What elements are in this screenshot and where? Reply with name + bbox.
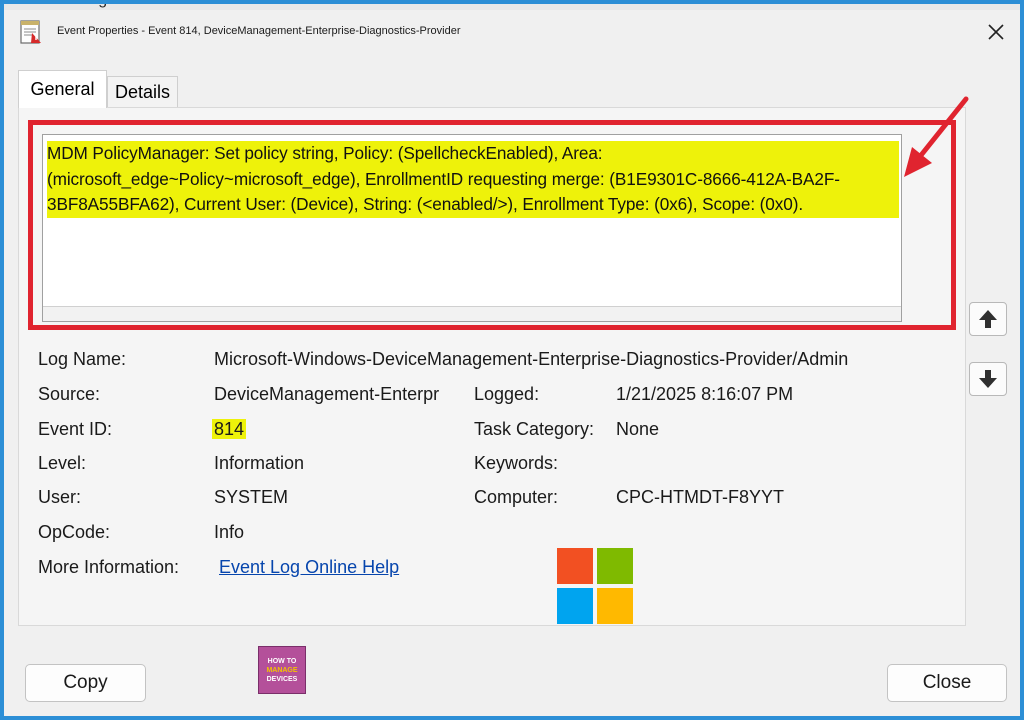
event-id-label: Event ID: (38, 419, 113, 439)
microsoft-logo-yellow-square (597, 588, 633, 624)
opcode-value[interactable]: Info (214, 522, 244, 543)
microsoft-logo-green-square (597, 548, 633, 584)
event-id-value[interactable]: 814 (212, 419, 247, 440)
arrow-up-icon (979, 310, 997, 328)
tab-general[interactable]: General (18, 70, 107, 108)
logged-label: Logged: (474, 384, 540, 404)
description-box-footer (43, 306, 901, 321)
arrow-down-icon (979, 370, 997, 388)
source-label: Source: (38, 384, 101, 404)
task-category-label: Task Category: (474, 419, 595, 439)
user-label: User: (38, 487, 82, 507)
logged-value[interactable]: 1/21/2025 8:16:07 PM (616, 384, 793, 405)
computer-label: Computer: (474, 487, 559, 507)
close-button[interactable]: Close (887, 664, 1007, 702)
level-value[interactable]: Information (214, 453, 304, 474)
task-category-value[interactable]: None (616, 419, 659, 440)
scroll-down-button[interactable] (969, 362, 1007, 396)
keywords-label: Keywords: (474, 453, 559, 473)
level-label: Level: (38, 453, 87, 473)
tab-details[interactable]: Details (107, 76, 178, 108)
opcode-label: OpCode: (38, 522, 111, 542)
title-bar[interactable]: Event Properties - Event 814, DeviceMana… (4, 10, 1020, 54)
event-log-help-link[interactable]: Event Log Online Help (219, 557, 399, 578)
computer-value[interactable]: CPC-HTMDT-F8YYT (616, 487, 784, 508)
event-description-box[interactable]: MDM PolicyManager: Set policy string, Po… (42, 134, 902, 322)
more-information-label: More Information: (38, 557, 180, 577)
watermark-line-2: MANAGE (266, 666, 298, 674)
user-value[interactable]: SYSTEM (214, 487, 288, 508)
scroll-up-button[interactable] (969, 302, 1007, 336)
microsoft-logo-red-square (557, 548, 593, 584)
source-value[interactable]: DeviceManagement-Enterpr (214, 384, 439, 405)
event-description-text: MDM PolicyManager: Set policy string, Po… (47, 141, 899, 218)
copy-button[interactable]: Copy (25, 664, 146, 702)
window-close-button[interactable] (982, 18, 1010, 46)
microsoft-logo-icon (557, 548, 633, 624)
microsoft-logo-blue-square (557, 588, 593, 624)
event-id-highlight: 814 (212, 419, 247, 439)
red-arrow-icon (904, 96, 969, 177)
watermark-line-1: HOW TO (267, 657, 297, 665)
watermark-logo: HOW TO MANAGE DEVICES (258, 646, 306, 694)
log-name-value[interactable]: Microsoft-Windows-DeviceManagement-Enter… (214, 349, 914, 370)
close-icon (988, 24, 1004, 40)
event-viewer-icon (19, 19, 43, 45)
log-name-label: Log Name: (38, 349, 127, 369)
background-window-text: ent-Licensing (12, 0, 107, 9)
watermark-line-3: DEVICES (266, 675, 298, 683)
window-title: Event Properties - Event 814, DeviceMana… (57, 25, 461, 37)
